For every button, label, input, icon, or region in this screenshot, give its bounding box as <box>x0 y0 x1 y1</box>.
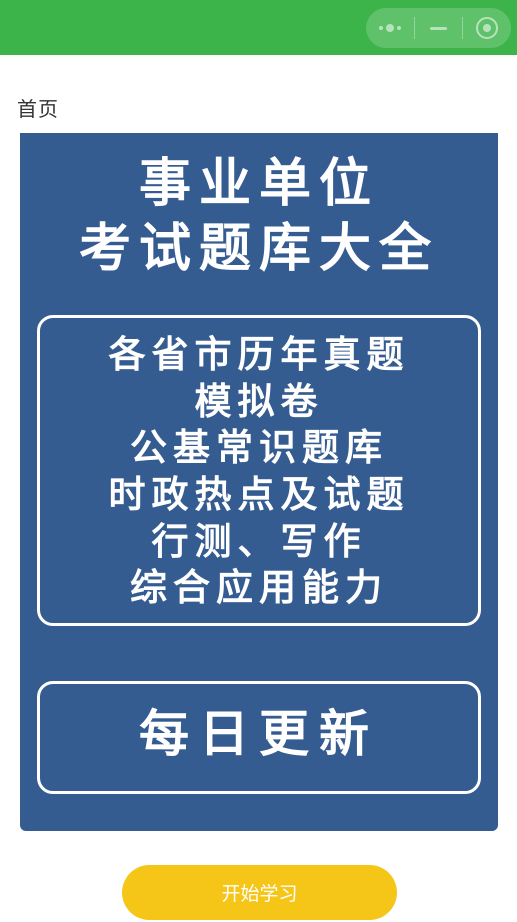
daily-update-box: 每日更新 <box>37 681 481 794</box>
top-status-bar <box>0 0 517 55</box>
page-title: 首页 <box>17 97 59 121</box>
banner-headline: 事业单位 <box>138 154 379 214</box>
promo-banner: 事业单位 考试题库大全 各省市历年真题 模拟卷 公基常识题库 时政热点及试题 行… <box>20 133 498 831</box>
features-box: 各省市历年真题 模拟卷 公基常识题库 时政热点及试题 行测、写作 综合应用能力 <box>37 315 481 626</box>
minimize-button[interactable] <box>415 8 463 48</box>
close-target-icon <box>476 17 499 39</box>
more-button[interactable] <box>366 8 414 48</box>
banner-headline: 考试题库大全 <box>78 219 439 279</box>
start-learning-button[interactable]: 开始学习 <box>122 865 397 920</box>
feature-line: 各省市历年真题 <box>108 333 410 376</box>
feature-line: 公基常识题库 <box>130 426 388 469</box>
mini-program-capsule <box>366 8 511 48</box>
feature-line: 时政热点及试题 <box>108 473 410 516</box>
feature-line: 模拟卷 <box>194 380 324 423</box>
close-button[interactable] <box>463 8 511 48</box>
minimize-icon <box>430 26 447 30</box>
more-dots-icon <box>378 24 401 32</box>
daily-update-text: 每日更新 <box>139 705 379 763</box>
feature-line: 行测、写作 <box>151 520 367 563</box>
feature-line: 综合应用能力 <box>130 566 388 609</box>
